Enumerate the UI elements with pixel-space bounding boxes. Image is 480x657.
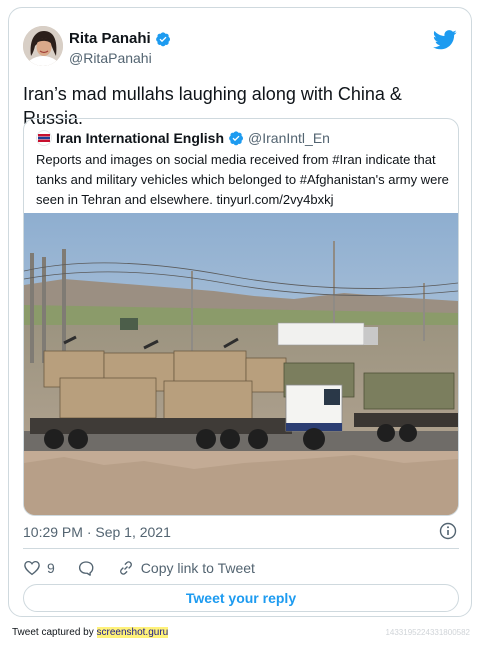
tweet-id: 1433195224331800582 [385,628,470,637]
verified-badge-icon [155,31,170,46]
author-avatar[interactable] [23,26,63,66]
like-count: 9 [47,560,55,576]
tweet-actions: 9 Copy link to Tweet [23,556,277,580]
speech-bubble-icon [78,561,94,576]
tweet-your-reply-button[interactable]: Tweet your reply [23,584,459,612]
copy-link-label: Copy link to Tweet [140,560,255,576]
quoted-author-handle[interactable]: @IranIntl_En [248,130,330,146]
twitter-bird-icon[interactable] [433,30,457,50]
capture-credit: Tweet captured by screenshot.guru [12,627,169,638]
quoted-tweet-text-line[interactable]: seen in Tehran and elsewhere. tinyurl.co… [36,190,450,210]
link-icon [119,561,132,575]
quoted-author-avatar[interactable] [36,130,52,146]
copy-link-action[interactable]: Copy link to Tweet [117,559,255,577]
author-name-text[interactable]: Rita Panahi [69,30,151,47]
tweet-card: Rita Panahi @RitaPanahi Iran’s mad mulla… [8,7,472,617]
tweet-timestamp[interactable]: 10:29 PM · Sep 1, 2021 [23,524,171,540]
quoted-tweet[interactable]: Iran International English @IranIntl_En … [23,118,459,516]
quoted-tweet-header: Iran International English @IranIntl_En [36,130,330,146]
reply-action[interactable] [77,559,95,577]
capture-credit-prefix: Tweet captured by [12,627,97,638]
military-vehicles-photo[interactable] [24,213,458,515]
quoted-tweet-text-line: tanks and military vehicles which belong… [36,172,449,187]
divider [23,548,459,549]
heart-icon [24,560,40,576]
quoted-tweet-text: Reports and images on social media recei… [36,150,450,210]
verified-badge-icon [229,131,244,146]
quoted-tweet-text-line: Reports and images on social media recei… [36,152,436,167]
info-icon[interactable] [439,522,457,540]
like-action[interactable]: 9 [23,559,55,577]
quoted-author-name[interactable]: Iran International English [56,130,224,146]
author-handle[interactable]: @RitaPanahi [69,50,152,66]
author-name[interactable]: Rita Panahi [69,30,171,47]
screenshot-guru-link[interactable]: screenshot.guru [96,627,169,638]
